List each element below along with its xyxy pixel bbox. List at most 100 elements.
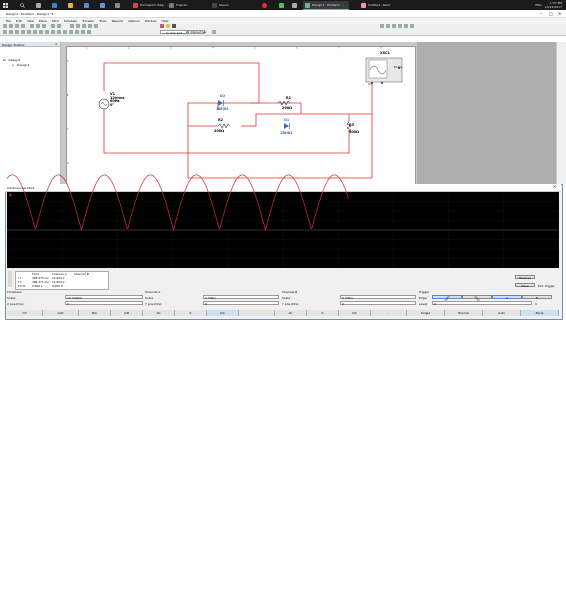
component-basic-icon[interactable] — [9, 30, 13, 34]
instrument-icon[interactable] — [380, 24, 384, 28]
taskbar-app-friends[interactable]: Friends — [167, 1, 201, 9]
print-icon[interactable] — [21, 24, 25, 28]
zoom-out-icon[interactable] — [76, 24, 80, 28]
menu-tools[interactable]: Tools — [99, 19, 106, 23]
trigger-source-b-button[interactable]: B — [522, 295, 552, 300]
mode-button[interactable]: Add — [43, 310, 79, 316]
interactive-mode[interactable]: Interactive — [186, 30, 206, 34]
menu-simulate[interactable]: Simulate — [64, 19, 77, 23]
instrument-icon[interactable] — [392, 24, 396, 28]
component-rf-icon[interactable] — [63, 30, 67, 34]
timebase-scale-field[interactable]: 10 ms/Div — [65, 295, 143, 300]
taskbar-app-steam[interactable]: Steam — [210, 1, 244, 9]
component-power-icon[interactable] — [57, 30, 61, 34]
mode-button[interactable]: Auto — [483, 310, 521, 316]
menu-reports[interactable]: Reports — [112, 19, 124, 23]
edge-browser-icon[interactable] — [52, 0, 57, 10]
mode-button[interactable]: 0 — [307, 310, 339, 316]
zoom-in-icon[interactable] — [70, 24, 74, 28]
component-analog-icon[interactable] — [27, 30, 31, 34]
menu-mcu[interactable]: MCU — [52, 19, 59, 23]
zoom-area-icon[interactable] — [82, 24, 86, 28]
save-icon[interactable] — [15, 24, 19, 28]
task-view-icon[interactable] — [36, 0, 41, 10]
menu-options[interactable]: Options — [128, 19, 140, 23]
instrument-icon[interactable] — [398, 24, 402, 28]
mode-button[interactable]: AC — [275, 310, 307, 316]
close-button[interactable]: × — [558, 11, 561, 16]
mode-button[interactable]: None — [521, 310, 559, 316]
component-cmos-icon[interactable] — [39, 30, 43, 34]
windows-start-icon[interactable] — [3, 0, 8, 10]
mode-button[interactable]: Normal — [445, 310, 483, 316]
instrument-icon[interactable] — [386, 24, 390, 28]
zoom-fit-icon[interactable] — [88, 24, 92, 28]
trigger-edge-falling-button[interactable] — [462, 295, 492, 300]
app-pinned-icon-2[interactable] — [279, 0, 284, 10]
copy-icon[interactable] — [36, 24, 40, 28]
undo-icon[interactable] — [51, 24, 55, 28]
component-misc-icon[interactable] — [45, 30, 49, 34]
oscilloscope-close-button[interactable]: × — [553, 184, 556, 189]
timebase-xpos-field[interactable]: 0 — [65, 301, 143, 306]
channel-a-scale-field[interactable]: 2 V/Div — [203, 295, 279, 300]
new-file-icon[interactable] — [3, 24, 7, 28]
tree-child[interactable]: ▫ Design1 — [12, 63, 29, 67]
minimize-button[interactable]: – — [540, 11, 542, 16]
reverse-button[interactable]: Reverse — [515, 275, 535, 280]
panel-close-icon[interactable]: × — [55, 42, 58, 46]
mode-button[interactable]: DC — [207, 310, 239, 316]
full-screen-icon[interactable] — [94, 24, 98, 28]
mail-icon[interactable] — [100, 0, 105, 10]
chrome-icon[interactable] — [262, 0, 267, 10]
trigger-edge-rising-button[interactable] — [432, 295, 462, 300]
component-transistor-icon[interactable] — [21, 30, 25, 34]
trigger-level-field[interactable]: 0 — [432, 301, 532, 306]
app-pinned-icon-3[interactable] — [292, 0, 297, 10]
save-button[interactable]: Save — [515, 283, 535, 288]
cut-icon[interactable] — [30, 24, 34, 28]
channel-a-ypos-field[interactable]: 0 — [203, 301, 279, 306]
menu-place[interactable]: Place — [39, 19, 47, 23]
search-icon[interactable] — [20, 0, 25, 10]
mode-button[interactable]: Single — [407, 310, 445, 316]
channel-b-ypos-field[interactable]: 0 — [340, 301, 416, 306]
run-simulation-icon[interactable] — [160, 24, 164, 28]
tray-lang[interactable]: ENG — [535, 3, 541, 8]
redo-icon[interactable] — [57, 24, 61, 28]
menu-help[interactable]: Help — [162, 19, 169, 23]
app-pinned-icon[interactable] — [115, 0, 120, 10]
paste-icon[interactable] — [42, 24, 46, 28]
component-ttl-icon[interactable] — [33, 30, 37, 34]
mode-button[interactable]: Y/T — [7, 310, 43, 316]
stop-simulation-icon[interactable] — [172, 24, 176, 28]
component-indicator-icon[interactable] — [51, 30, 55, 34]
hierarchical-block-icon[interactable] — [81, 30, 85, 34]
mode-button[interactable]: AC — [143, 310, 175, 316]
tree-expand-icon[interactable]: ⊟ — [3, 58, 6, 62]
component-mech-icon[interactable] — [69, 30, 73, 34]
store-icon[interactable] — [84, 0, 89, 10]
mode-button[interactable]: A/B — [111, 310, 143, 316]
component-mcu-icon[interactable] — [75, 30, 79, 34]
system-tray[interactable]: ENG 1:37 PM 10/14/2017 — [535, 0, 562, 10]
bus-icon[interactable] — [87, 30, 91, 34]
maximize-button[interactable]: □ — [549, 11, 553, 16]
menu-view[interactable]: View — [27, 19, 34, 23]
mode-button[interactable] — [239, 310, 275, 316]
help-icon[interactable] — [212, 30, 216, 34]
taskbar-app-multisim[interactable]: Design1 - Multisim ... — [303, 1, 349, 10]
channel-b-scale-field[interactable]: 5 V/Div — [340, 295, 416, 300]
instrument-icon[interactable] — [410, 24, 414, 28]
component-source-icon[interactable] — [3, 30, 7, 34]
mode-button[interactable]: DC — [339, 310, 371, 316]
cursor-scroll-arrows[interactable] — [8, 271, 12, 287]
mode-button[interactable]: 0 — [175, 310, 207, 316]
mode-button[interactable]: - — [371, 310, 407, 316]
open-file-icon[interactable] — [9, 24, 13, 28]
mode-button[interactable]: B/A — [79, 310, 111, 316]
menu-edit[interactable]: Edit — [16, 19, 22, 23]
menu-file[interactable]: File — [6, 19, 11, 23]
tree-root[interactable]: ⊟ Design1 — [3, 58, 21, 62]
file-explorer-icon[interactable] — [68, 0, 73, 10]
